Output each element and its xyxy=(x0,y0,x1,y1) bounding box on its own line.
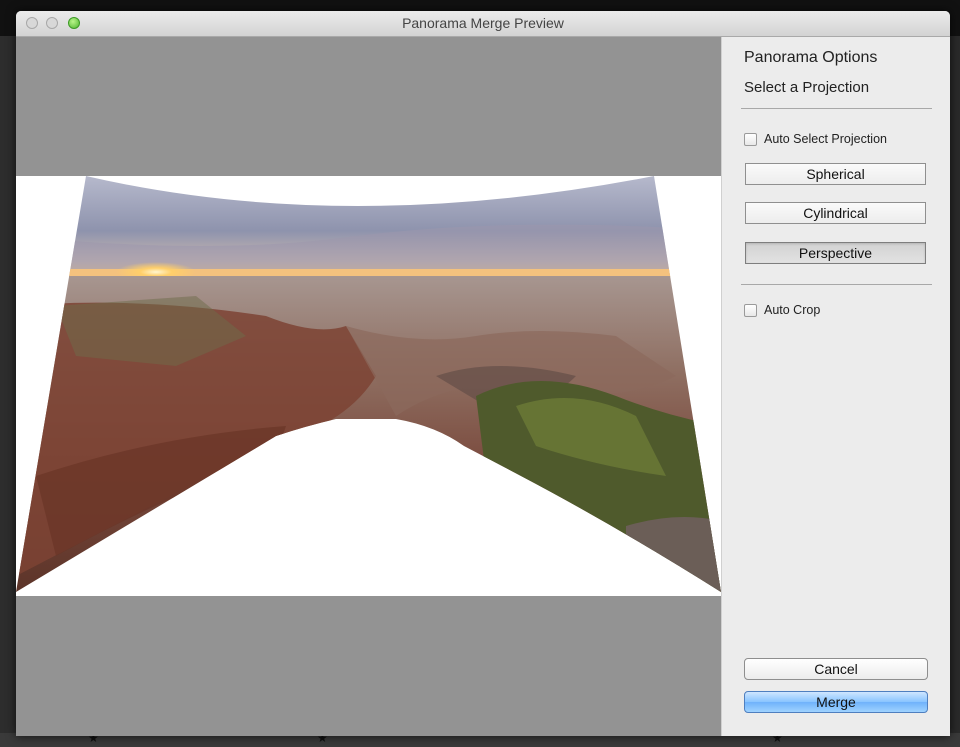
cylindrical-projection-button[interactable]: Cylindrical xyxy=(745,202,926,224)
projection-subtitle: Select a Projection xyxy=(744,79,870,96)
panorama-options-panel: Panorama Options Select a Projection Aut… xyxy=(721,37,950,736)
perspective-projection-button[interactable]: Perspective xyxy=(745,242,926,264)
panel-title: Panorama Options xyxy=(744,49,878,66)
background-right-panel xyxy=(950,36,960,747)
cancel-button[interactable]: Cancel xyxy=(744,658,928,680)
divider xyxy=(741,284,932,285)
auto-select-projection-option[interactable]: Auto Select Projection xyxy=(744,132,887,146)
divider xyxy=(741,108,932,109)
auto-select-projection-checkbox[interactable] xyxy=(744,132,757,146)
spherical-projection-button[interactable]: Spherical xyxy=(745,163,926,185)
auto-select-projection-label: Auto Select Projection xyxy=(764,132,887,146)
panorama-preview-image xyxy=(16,176,721,596)
auto-crop-checkbox[interactable] xyxy=(744,303,757,317)
panorama-preview xyxy=(16,37,721,736)
auto-crop-option[interactable]: Auto Crop xyxy=(744,303,820,317)
panorama-merge-dialog: Panorama Merge Preview Panorama Options … xyxy=(16,11,950,736)
auto-crop-label: Auto Crop xyxy=(764,303,821,317)
merge-button[interactable]: Merge xyxy=(744,691,928,713)
dialog-title: Panorama Merge Preview xyxy=(402,15,564,31)
background-left-panel xyxy=(0,36,16,747)
title-bar[interactable]: Panorama Merge Preview xyxy=(16,11,950,37)
